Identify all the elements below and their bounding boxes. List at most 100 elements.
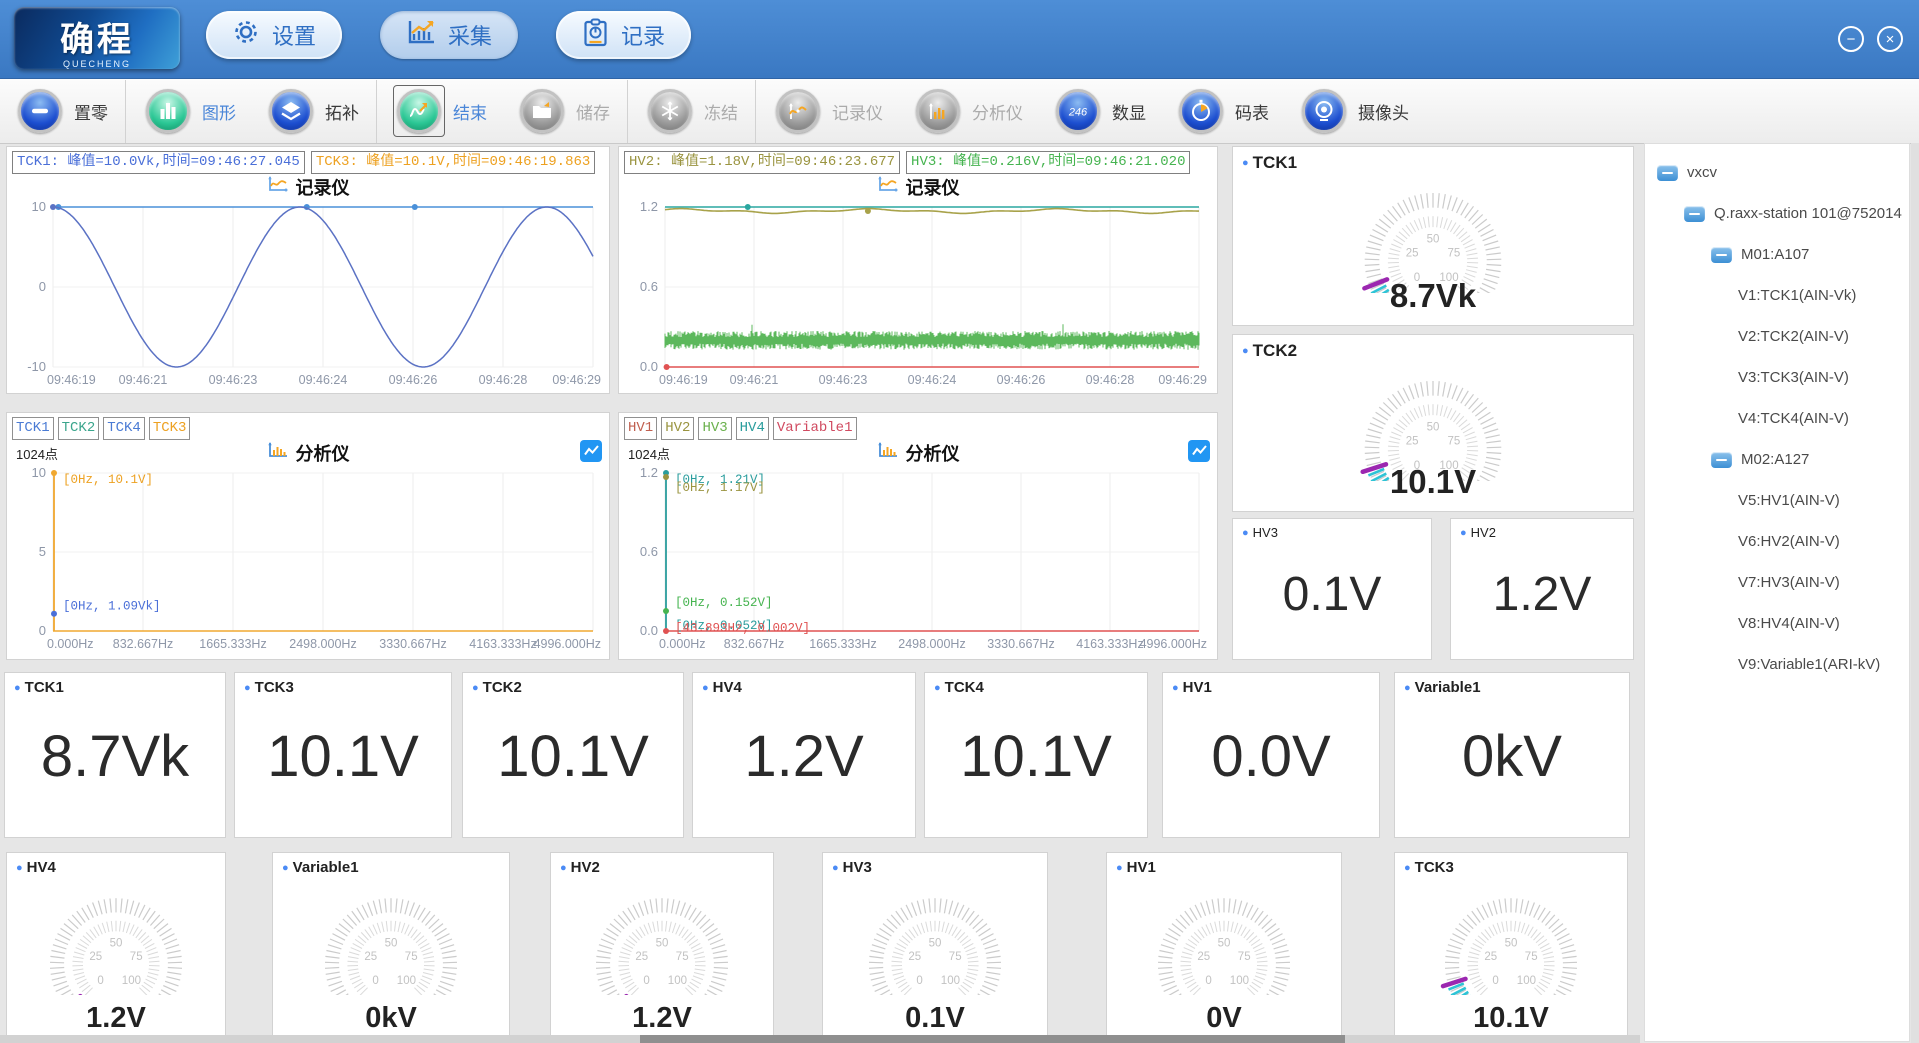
toolbar-item-码表[interactable]: 码表 — [1161, 79, 1284, 143]
svg-text:246: 246 — [1068, 107, 1088, 119]
gauge-label: ●TCK1 — [1242, 153, 1297, 173]
tree-collapse-icon[interactable] — [1684, 206, 1705, 222]
svg-text:1.2: 1.2 — [640, 465, 658, 480]
toolbar-item-分析仪[interactable]: 分析仪 — [898, 79, 1038, 143]
svg-text:[0Hz, 1.09Vk]: [0Hz, 1.09Vk] — [63, 599, 161, 613]
value-card-value: 10.1V — [235, 723, 451, 790]
toolbar-item-结束[interactable]: 结束 — [379, 79, 502, 143]
digital-panel-hv2: ●HV21.2V — [1450, 518, 1634, 660]
channel-dot-icon: ● — [1172, 682, 1179, 694]
svg-text:0: 0 — [643, 975, 649, 987]
tree-node-V7:HV3-AIN-V-[interactable]: V7:HV3(AIN-V) — [1645, 562, 1909, 603]
value-card-label: ●Variable1 — [1404, 679, 1481, 696]
tree-collapse-icon[interactable] — [1711, 247, 1732, 263]
svg-text:75: 75 — [1448, 248, 1461, 260]
tree-node-V4:TCK4-AIN-V-[interactable]: V4:TCK4(AIN-V) — [1645, 398, 1909, 439]
digits-icon: 246 — [1056, 89, 1100, 133]
svg-text:4163.333Hz: 4163.333Hz — [469, 637, 536, 651]
tree-node-label: V1:TCK1(AIN-Vk) — [1738, 287, 1856, 304]
value-card-label: ●TCK3 — [244, 679, 294, 696]
record-clipboard-icon — [582, 18, 609, 53]
digital-channel-name: HV2 — [1471, 525, 1496, 540]
chart-toggle-button[interactable] — [1188, 440, 1210, 462]
close-button[interactable]: × — [1877, 26, 1903, 52]
toolbar-separator — [627, 80, 628, 143]
svg-text:75: 75 — [949, 951, 962, 963]
value-card-HV1: ●HV10.0V — [1162, 672, 1380, 838]
tree-node-V2:TCK2-AIN-V-[interactable]: V2:TCK2(AIN-V) — [1645, 316, 1909, 357]
toolbar-item-label: 置零 — [74, 99, 108, 124]
analyzer-title-icon — [877, 441, 899, 465]
toolbar-item-摄像头[interactable]: 摄像头 — [1284, 79, 1424, 143]
channel-dot-icon: ● — [282, 862, 289, 874]
channel-dot-icon: ● — [934, 682, 941, 694]
channel-tab-TCK1[interactable]: TCK1 — [12, 417, 54, 440]
svg-text:4996.000Hz: 4996.000Hz — [1140, 637, 1207, 651]
tree-node-M01:A107[interactable]: M01:A107 — [1645, 234, 1909, 275]
tree-node-label: V5:HV1(AIN-V) — [1738, 492, 1840, 509]
toolbar-item-数显[interactable]: 246 数显 — [1038, 79, 1161, 143]
value-card-label: ●HV4 — [702, 679, 742, 696]
svg-text:5: 5 — [39, 544, 46, 559]
gauge-value: 10.1V — [1233, 463, 1633, 501]
save-folder-icon — [520, 89, 564, 133]
svg-text:50: 50 — [385, 938, 398, 950]
channel-dot-icon: ● — [1242, 345, 1249, 357]
svg-text:75: 75 — [1238, 951, 1251, 963]
tree-collapse-icon[interactable] — [1711, 452, 1732, 468]
gauge-card-HV3: ●HV302550751000.1V — [822, 852, 1048, 1040]
toolbar-item-label: 数显 — [1112, 99, 1146, 124]
channel-tab-HV1[interactable]: HV1 — [624, 417, 657, 440]
vertical-scrollbar-track[interactable] — [1911, 143, 1919, 1043]
tree-node-V8:HV4-AIN-V-[interactable]: V8:HV4(AIN-V) — [1645, 603, 1909, 644]
tree-node-label: M02:A127 — [1741, 451, 1809, 468]
svg-text:0: 0 — [916, 975, 922, 987]
peak-label-row: HV2: 峰值=1.18V,时间=09:46:23.677HV3: 峰值=0.2… — [624, 151, 1212, 174]
horizontal-scrollbar-track[interactable] — [0, 1035, 1640, 1043]
channel-tab-TCK3[interactable]: TCK3 — [149, 417, 191, 440]
toolbar-item-label: 储存 — [576, 99, 610, 124]
horizontal-scrollbar-thumb[interactable] — [640, 1035, 1345, 1043]
tree-collapse-icon[interactable] — [1657, 165, 1678, 181]
channel-tab-row: HV1HV2HV3HV4Variable1 — [624, 417, 1212, 440]
toolbar-item-置零[interactable]: 置零 — [0, 79, 123, 143]
toolbar-item-储存[interactable]: 储存 — [502, 79, 625, 143]
channel-tab-row: TCK1TCK2TCK4TCK3 — [12, 417, 604, 440]
channel-tab-TCK4[interactable]: TCK4 — [103, 417, 145, 440]
panel-title: 记录仪 — [906, 174, 960, 200]
toolbar-item-图形[interactable]: 图形 — [128, 79, 251, 143]
channel-tab-TCK2[interactable]: TCK2 — [58, 417, 100, 440]
tree-node-V6:HV2-AIN-V-[interactable]: V6:HV2(AIN-V) — [1645, 521, 1909, 562]
tree-node-V5:HV1-AIN-V-[interactable]: V5:HV1(AIN-V) — [1645, 480, 1909, 521]
toolbar-item-拓补[interactable]: 拓补 — [251, 79, 374, 143]
value-card-Variable1: ●Variable10kV — [1394, 672, 1630, 838]
channel-dot-icon: ● — [1242, 527, 1249, 539]
gauge-card-label: ●HV4 — [16, 859, 56, 876]
channel-tab-HV2[interactable]: HV2 — [661, 417, 694, 440]
tree-node-V3:TCK3-AIN-V-[interactable]: V3:TCK3(AIN-V) — [1645, 357, 1909, 398]
nav-button-记录[interactable]: 记录 — [556, 11, 691, 59]
recorder-title-icon — [877, 175, 899, 199]
svg-text:25: 25 — [364, 951, 377, 963]
nav-button-设置[interactable]: 设置 — [206, 11, 342, 59]
gauge-card-HV1: ●HV102550751000V — [1106, 852, 1342, 1040]
analyzer-chart-panel-2: HV1HV2HV3HV4Variable11024点分析仪1.20.60.00.… — [618, 412, 1218, 660]
toolbar-item-记录仪[interactable]: 记录仪 — [758, 79, 898, 143]
tree-node-V1:TCK1-AIN-Vk-[interactable]: V1:TCK1(AIN-Vk) — [1645, 275, 1909, 316]
tree-node-vxcv[interactable]: vxcv — [1645, 152, 1909, 193]
channel-tab-Variable1[interactable]: Variable1 — [773, 417, 857, 440]
chart-toggle-button[interactable] — [580, 440, 602, 462]
tree-node-M02:A127[interactable]: M02:A127 — [1645, 439, 1909, 480]
tree-node-Q.raxx-station-101@752014[interactable]: Q.raxx-station 101@752014 — [1645, 193, 1909, 234]
toolbar-item-冻结[interactable]: 冻结 — [630, 79, 753, 143]
nav-button-采集[interactable]: 采集 — [380, 11, 518, 59]
channel-tab-HV3[interactable]: HV3 — [698, 417, 731, 440]
tree-node-label: V4:TCK4(AIN-V) — [1738, 410, 1849, 427]
digital-label: ●HV2 — [1460, 525, 1496, 540]
tree-node-V9:Variable1-ARI-kV-[interactable]: V9:Variable1(ARI-kV) — [1645, 644, 1909, 685]
svg-text:2498.000Hz: 2498.000Hz — [898, 637, 965, 651]
channel-tab-HV4[interactable]: HV4 — [736, 417, 769, 440]
value-card-value: 10.1V — [463, 723, 683, 790]
minimize-button[interactable]: − — [1838, 26, 1864, 52]
logo-title: 确程 — [14, 12, 180, 61]
